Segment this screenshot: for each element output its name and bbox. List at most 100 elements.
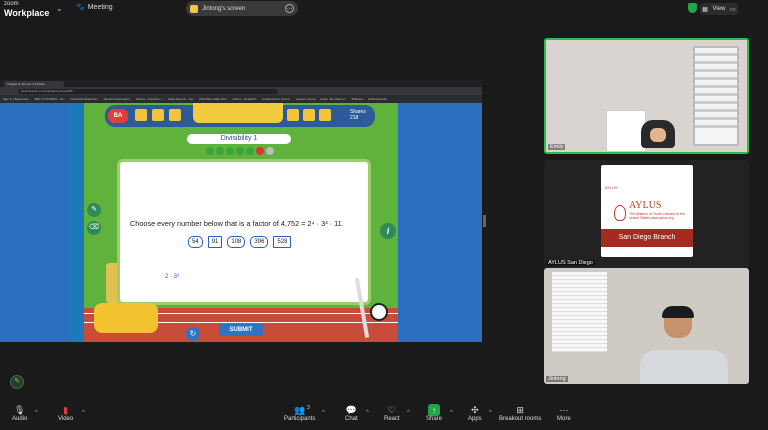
- eraser-icon[interactable]: ⌫: [87, 221, 101, 235]
- share-screen-icon: [190, 4, 198, 13]
- help-icon[interactable]: [303, 109, 315, 121]
- info-button[interactable]: i: [380, 223, 396, 239]
- chat-icon: 💬: [345, 404, 357, 415]
- meeting-toolbar: 🎙 Audio ^ ▮ Video ^ 👥 Participants 3 ^ 💬…: [0, 402, 768, 430]
- browser-tab[interactable]: Chapter 3: All Lexi 3.3 Divisi...: [4, 80, 64, 87]
- chevron-down-icon[interactable]: ⌄: [56, 4, 63, 13]
- react-label: React: [384, 416, 400, 422]
- aylus-card: AYLUS AYLUS The Alliance of Youth Leader…: [601, 165, 693, 257]
- chevron-up-icon[interactable]: ^: [366, 410, 369, 416]
- audio-label: Audio: [12, 416, 28, 422]
- answer-choices: 54 91 108 396 528: [188, 236, 292, 248]
- chevron-up-icon[interactable]: ^: [82, 410, 85, 416]
- bookmark[interactable]: Lesson | Home: [296, 97, 316, 101]
- bookmark[interactable]: Niantic - Freedom t...: [136, 97, 164, 101]
- share-title: Jintong's screen: [202, 5, 246, 12]
- choice-button[interactable]: 54: [188, 236, 203, 248]
- soccer-ball-decoration: [370, 303, 388, 321]
- torch-logo-icon: [614, 205, 626, 221]
- more-icon: ⋯: [559, 404, 569, 415]
- bookmark[interactable]: All Bookmarks: [368, 97, 387, 101]
- problem-board: Choose every number below that is a fact…: [117, 159, 371, 305]
- chat-label: Chat: [345, 416, 358, 422]
- submit-button[interactable]: SUBMIT: [219, 324, 263, 336]
- progress-dot: [216, 147, 224, 155]
- security-shield-icon[interactable]: [688, 3, 697, 13]
- browser-tab-bar: Chapter 3: All Lexi 3.3 Divisi...: [0, 80, 482, 87]
- panel-resize-handle[interactable]: [483, 215, 486, 227]
- chevron-up-icon[interactable]: ^: [35, 410, 38, 416]
- participant-name: Emily: [548, 144, 566, 150]
- breakout-grid-icon: ⊞: [516, 404, 524, 415]
- progress-dots: [206, 147, 274, 155]
- window-icon: ▭: [730, 6, 736, 13]
- lesson-title: Divisibility 1: [187, 134, 291, 144]
- apps-label: Apps: [468, 416, 482, 422]
- choice-button[interactable]: 528: [273, 236, 292, 248]
- react-button[interactable]: ♡ React: [384, 404, 400, 423]
- microphone-icon: 🎙: [13, 404, 26, 415]
- chevron-up-icon[interactable]: ^: [407, 410, 410, 416]
- question-text: Choose every number below that is a fact…: [130, 219, 344, 228]
- bookmark[interactable]: Aphex - arcadeM...: [233, 97, 258, 101]
- reset-button[interactable]: ↻: [186, 327, 200, 341]
- book-icon[interactable]: [152, 109, 164, 121]
- pencil-icon[interactable]: ✎: [87, 203, 101, 217]
- bookmark[interactable]: IRMaster: [352, 97, 364, 101]
- view-button[interactable]: ▦ View ▭: [700, 3, 738, 15]
- bookmark[interactable]: BBC TUTORING - Go...: [35, 97, 67, 101]
- choice-button[interactable]: 91: [207, 236, 223, 248]
- bookmark[interactable]: Student information...: [104, 97, 133, 101]
- choice-button[interactable]: 108: [227, 236, 246, 248]
- sports-bag-decoration: [94, 303, 158, 333]
- chevron-up-icon[interactable]: ^: [450, 410, 453, 416]
- participants-button[interactable]: 👥 Participants: [284, 404, 316, 423]
- bookmark[interactable]: Anpur: Be sharp of...: [320, 97, 348, 101]
- paw-icon: 🐾: [76, 4, 85, 11]
- breakout-label: Breakout rooms: [499, 416, 542, 422]
- video-label: Video: [58, 416, 74, 422]
- bookmark[interactable]: Sign in | Beast Aca...: [3, 97, 31, 101]
- progress-dot: [256, 147, 264, 155]
- chat-button[interactable]: 💬 Chat: [345, 404, 358, 423]
- zoom-logo: zoom Workplace: [4, 0, 50, 18]
- more-options-icon[interactable]: …: [285, 4, 294, 13]
- participant-face: [650, 128, 666, 142]
- home-icon[interactable]: [135, 109, 147, 121]
- beast-academy-game: BA Shares 218 Divisibility 1 Choose ever…: [0, 103, 482, 342]
- share-label: Share: [426, 416, 443, 422]
- url-field[interactable]: beastacademy.com/academy/book/5/8/...: [18, 88, 278, 94]
- game-logo-button[interactable]: BA: [108, 109, 128, 123]
- video-button[interactable]: ▮ Video: [58, 404, 74, 423]
- video-tile-jintong[interactable]: Jintong: [544, 268, 749, 384]
- trophy-icon[interactable]: [287, 109, 299, 121]
- more-label: More: [557, 416, 571, 422]
- bookmarks-bar: Sign in | Beast Aca... BBC TUTORING - Go…: [0, 95, 482, 103]
- grid-icon[interactable]: [169, 109, 181, 121]
- video-tile-aylus[interactable]: AYLUS AYLUS The Alliance of Youth Leader…: [544, 160, 749, 268]
- share-button[interactable]: ↑ Share: [426, 404, 442, 422]
- bookmark[interactable]: problemshow | Done...: [262, 97, 292, 101]
- annotate-icon[interactable]: ✎: [10, 375, 24, 389]
- more-button[interactable]: ⋯ More: [557, 404, 571, 423]
- settings-icon[interactable]: [319, 109, 331, 121]
- lesson-banner: [193, 103, 283, 123]
- brand-big: Workplace: [4, 8, 50, 18]
- aylus-branch: San Diego Branch: [601, 229, 693, 247]
- share-arrow-icon: ↑: [428, 404, 440, 416]
- bookmark[interactable]: Daily Reports - Ng...: [168, 97, 195, 101]
- aylus-title: AYLUS: [629, 200, 662, 211]
- video-tile-emily[interactable]: Emily: [544, 38, 749, 154]
- chevron-up-icon[interactable]: ^: [322, 410, 325, 416]
- background-right: [396, 103, 482, 342]
- screen-share-indicator[interactable]: Jintong's screen …: [186, 1, 298, 16]
- apps-button[interactable]: ✣ Apps: [468, 404, 482, 423]
- meeting-menu[interactable]: 🐾 Meeting: [76, 3, 113, 12]
- breakout-rooms-button[interactable]: ⊞ Breakout rooms: [499, 404, 542, 423]
- participants-label: Participants: [284, 416, 316, 422]
- bookmark[interactable]: p/lab Blue Math Wor...: [199, 97, 228, 101]
- chevron-up-icon[interactable]: ^: [489, 410, 492, 416]
- bookmark[interactable]: Columbia Student E...: [70, 97, 99, 101]
- audio-button[interactable]: 🎙 Audio: [12, 404, 28, 423]
- choice-button[interactable]: 396: [250, 236, 269, 248]
